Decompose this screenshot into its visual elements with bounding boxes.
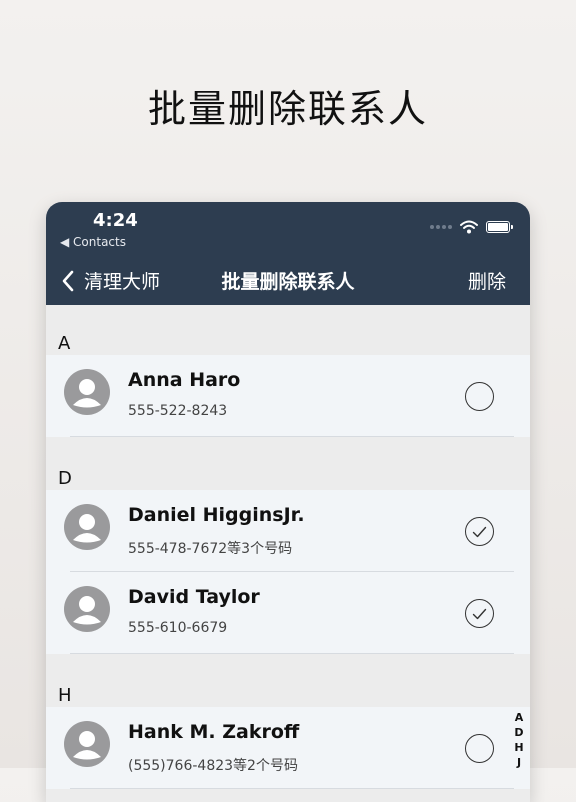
status-back-to-app[interactable]: ◀ Contacts	[60, 235, 126, 249]
phone-screen: 4:24 ◀ Contacts 清理大师 批量删除联系人 删除 A Anna H…	[46, 202, 530, 802]
contact-row[interactable]: Daniel HigginsJr. 555-478-7672等3个号码	[46, 490, 530, 572]
contact-list: A Anna Haro 555-522-8243 D Daniel Higgin…	[46, 305, 530, 789]
section-index-bar[interactable]: A D H J	[513, 710, 525, 770]
chevron-left-icon	[62, 270, 74, 291]
battery-icon	[486, 221, 513, 233]
select-checkbox[interactable]	[465, 734, 494, 763]
contact-phone: (555)766-4823等2个号码	[128, 758, 298, 774]
checkmark-icon	[472, 608, 487, 619]
section-header-h: H	[46, 681, 530, 707]
promo-title: 批量删除联系人	[147, 87, 428, 131]
person-icon	[64, 504, 110, 550]
checkmark-icon	[472, 526, 487, 537]
contact-name: David Taylor	[128, 586, 260, 608]
contact-name: Hank M. Zakroff	[128, 721, 300, 743]
contact-row[interactable]: Anna Haro 555-522-8243	[46, 355, 530, 437]
person-icon	[64, 586, 110, 632]
signal-icon	[430, 225, 452, 229]
person-icon	[64, 721, 110, 767]
status-time: 4:24	[93, 210, 138, 231]
navigation-header: 4:24 ◀ Contacts 清理大师 批量删除联系人 删除	[46, 202, 530, 305]
select-checkbox[interactable]	[465, 517, 494, 546]
contact-name: Daniel HigginsJr.	[128, 504, 305, 526]
index-letter[interactable]: A	[515, 710, 524, 725]
select-checkbox[interactable]	[465, 599, 494, 628]
section-header-d: D	[46, 464, 530, 490]
back-button[interactable]: 清理大师	[62, 267, 160, 294]
contact-row[interactable]: Hank M. Zakroff (555)766-4823等2个号码	[46, 707, 530, 789]
index-letter[interactable]: H	[514, 740, 523, 755]
person-icon	[64, 369, 110, 415]
delete-button[interactable]: 删除	[468, 267, 506, 294]
wifi-icon	[460, 220, 478, 234]
back-button-label: 清理大师	[84, 271, 161, 293]
select-checkbox[interactable]	[465, 382, 494, 411]
status-indicators	[430, 220, 513, 234]
contact-name: Anna Haro	[128, 369, 241, 391]
contact-phone: 555-478-7672等3个号码	[128, 541, 293, 557]
section-header-a: A	[46, 329, 530, 355]
contact-row[interactable]: David Taylor 555-610-6679	[46, 572, 530, 654]
contact-phone: 555-522-8243	[128, 403, 228, 419]
index-letter[interactable]: D	[514, 725, 523, 740]
contact-phone: 555-610-6679	[128, 620, 228, 636]
